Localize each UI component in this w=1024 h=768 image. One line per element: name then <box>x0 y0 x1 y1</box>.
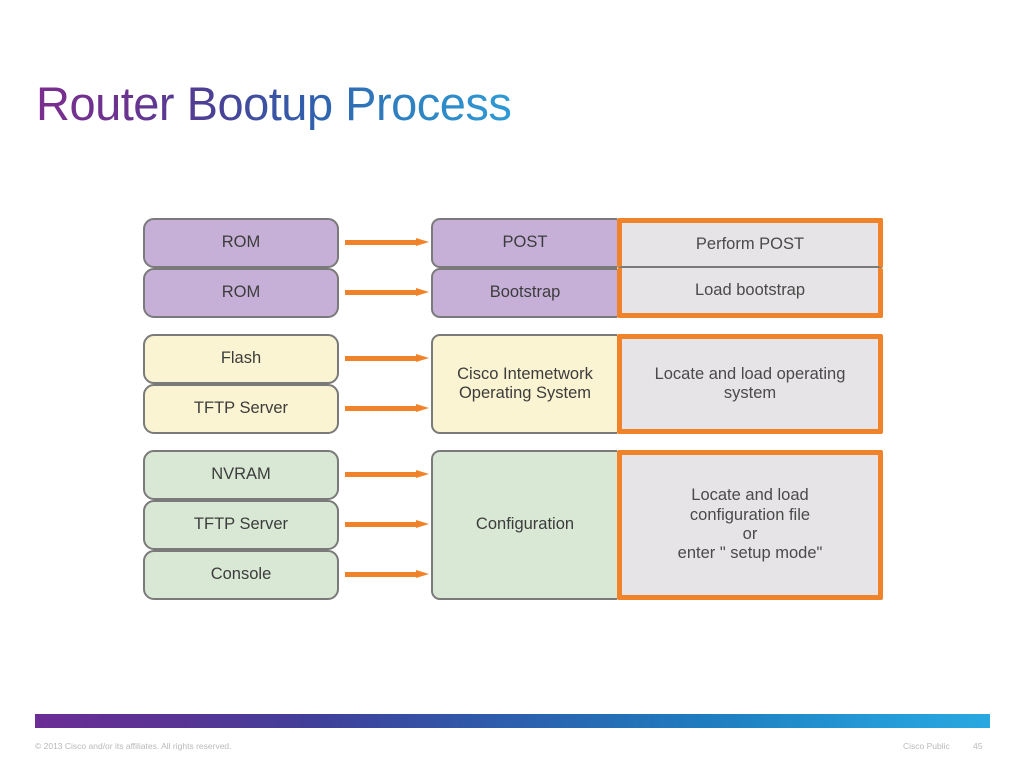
footer-copyright: © 2013 Cisco and/or its affiliates. All … <box>35 741 232 751</box>
arrow-console-to-configuration <box>345 570 429 579</box>
action-box-load-bootstrap: Load bootstrap <box>617 268 883 318</box>
source-box-console: Console <box>143 550 339 600</box>
arrow-flash-to-ios <box>345 354 429 363</box>
stage-box-ios-line-1: Cisco Intemetwork <box>457 364 593 383</box>
source-box-nvram: NVRAM <box>143 450 339 500</box>
footer-classification: Cisco Public <box>903 741 950 751</box>
source-box-tftp-server-ios: TFTP Server <box>143 384 339 434</box>
arrow-tftp-to-configuration <box>345 520 429 529</box>
action-box-locate-load-os-line-2: system <box>723 384 777 402</box>
footer-page-number: 45 <box>973 741 983 751</box>
arrow-tftp-to-ios <box>345 404 429 413</box>
action-box-locate-load-os-line-1: Locate and load operating <box>654 364 846 383</box>
action-box-locate-load-config-line-4: enter " setup mode" <box>677 544 823 563</box>
action-box-locate-load-config: Locate and load configuration file or en… <box>617 450 883 600</box>
stage-box-post: POST <box>431 218 617 268</box>
page-title: Router Bootup Process <box>36 77 512 130</box>
stage-box-ios: Cisco Intemetwork Operating System <box>431 334 617 434</box>
action-box-locate-load-os: Locate and load operating system <box>617 334 883 434</box>
source-box-rom-2: ROM <box>143 268 339 318</box>
action-box-locate-load-config-line-2: configuration file <box>689 505 811 524</box>
stage-box-bootstrap: Bootstrap <box>431 268 617 318</box>
arrow-nvram-to-configuration <box>345 470 429 479</box>
arrow-rom-to-bootstrap <box>345 288 429 297</box>
source-box-flash: Flash <box>143 334 339 384</box>
action-box-locate-load-config-line-3: or <box>742 525 758 543</box>
source-box-rom-1: ROM <box>143 218 339 268</box>
footer-gradient-bar <box>35 714 990 728</box>
arrow-rom-to-post <box>345 238 429 247</box>
stage-box-ios-line-2: Operating System <box>458 384 592 402</box>
action-box-perform-post: Perform POST <box>617 218 883 268</box>
stage-box-configuration: Configuration <box>431 450 617 600</box>
action-box-locate-load-config-line-1: Locate and load <box>691 486 809 505</box>
source-box-tftp-server-config: TFTP Server <box>143 500 339 550</box>
